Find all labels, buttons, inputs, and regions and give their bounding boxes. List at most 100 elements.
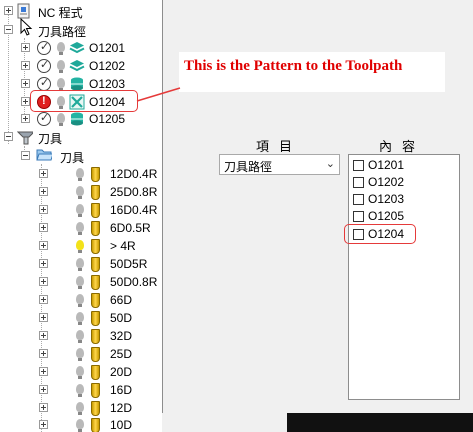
expand-icon[interactable]	[39, 420, 48, 429]
tree-item-label: 12D0.4R	[110, 167, 158, 181]
tree-item-tool[interactable]: 10D	[0, 416, 162, 432]
expand-icon[interactable]	[39, 403, 48, 412]
expand-icon[interactable]	[39, 187, 48, 196]
tree-item-label: 66D	[110, 293, 133, 307]
column-header-item: 項目	[256, 139, 303, 154]
lightbulb-on-icon[interactable]	[76, 240, 84, 253]
expand-icon[interactable]	[21, 43, 30, 52]
tree-item-tools-folder[interactable]: 刀具	[0, 147, 162, 165]
tree-item-tool[interactable]: 25D0.8R	[0, 183, 162, 201]
expand-icon[interactable]	[39, 313, 48, 322]
expand-icon[interactable]	[39, 349, 48, 358]
lightbulb-icon[interactable]	[76, 402, 84, 415]
expand-icon[interactable]	[39, 385, 48, 394]
highlight-box-list	[344, 224, 416, 244]
tree-item-label: 16D	[110, 383, 133, 397]
expand-icon[interactable]	[39, 331, 48, 340]
tree-item-label: O1205	[89, 112, 126, 126]
chevron-down-icon[interactable]: ⌄	[326, 157, 335, 170]
tree-item-label: 刀具	[38, 132, 63, 146]
lightbulb-icon[interactable]	[76, 348, 84, 361]
tree-item-tool-active[interactable]: > 4R	[0, 237, 162, 255]
expand-icon[interactable]	[21, 61, 30, 70]
checkbox[interactable]	[353, 194, 364, 205]
collapse-icon[interactable]	[4, 132, 13, 141]
tree-item-tool[interactable]: 12D	[0, 399, 162, 417]
expand-icon[interactable]	[4, 6, 13, 15]
annotation-pointer-line	[136, 87, 181, 102]
tree-item-toolpath[interactable]: O1205	[0, 110, 162, 128]
tree-item-label: 25D0.8R	[110, 185, 158, 199]
expand-icon[interactable]	[21, 79, 30, 88]
toolpath-checklist[interactable]: O1201 O1202 O1203 O1205 O1204	[348, 154, 460, 400]
end-mill-icon	[91, 418, 100, 432]
tree-item-label: 16D0.4R	[110, 203, 158, 217]
tree-item-tool[interactable]: 6D0.5R	[0, 219, 162, 237]
lightbulb-icon[interactable]	[76, 204, 84, 217]
checklist-item-label: O1203	[368, 192, 405, 206]
lightbulb-icon[interactable]	[76, 258, 84, 271]
lightbulb-icon[interactable]	[76, 186, 84, 199]
expand-icon[interactable]	[39, 277, 48, 286]
tree-item-toolpaths[interactable]: 刀具路徑	[0, 21, 162, 39]
tree-item-label: 25D	[110, 347, 133, 361]
tree-item-tool[interactable]: 16D0.4R	[0, 201, 162, 219]
tree-item-tool[interactable]: 66D	[0, 291, 162, 309]
annotation-note: This is the Pattern to the Toolpath	[179, 52, 445, 92]
checkbox[interactable]	[353, 177, 364, 188]
expand-icon[interactable]	[39, 295, 48, 304]
tree-item-tools[interactable]: 刀具	[0, 128, 162, 146]
tree-item-label: 50D	[110, 311, 133, 325]
tree-item-label: 10D	[110, 418, 133, 432]
lightbulb-icon[interactable]	[76, 384, 84, 397]
tree-item-tool[interactable]: 12D0.4R	[0, 165, 162, 183]
dropdown-value: 刀具路徑	[224, 160, 273, 174]
collapse-icon[interactable]	[21, 151, 30, 160]
collapse-icon[interactable]	[4, 25, 13, 34]
tree-item-tool[interactable]: 50D5R	[0, 255, 162, 273]
checkbox[interactable]	[353, 211, 364, 222]
tree-item-label: O1203	[89, 77, 126, 91]
tree-item-tool[interactable]: 50D0.8R	[0, 273, 162, 291]
tree-item-label: NC 程式	[38, 6, 83, 20]
lightbulb-icon[interactable]	[76, 330, 84, 343]
expand-icon[interactable]	[21, 97, 30, 106]
check-status-icon	[37, 58, 51, 73]
lightbulb-icon[interactable]	[76, 222, 84, 235]
lightbulb-icon[interactable]	[57, 113, 65, 126]
lightbulb-icon[interactable]	[76, 294, 84, 307]
annotation-text: This is the Pattern to the Toolpath	[184, 58, 403, 74]
tree-item-tool[interactable]: 32D	[0, 327, 162, 345]
checkbox[interactable]	[353, 160, 364, 171]
lightbulb-icon[interactable]	[76, 366, 84, 379]
expand-icon[interactable]	[39, 367, 48, 376]
lightbulb-icon[interactable]	[76, 168, 84, 181]
tree-item-tool[interactable]: 50D	[0, 309, 162, 327]
lightbulb-icon[interactable]	[76, 276, 84, 289]
end-mill-icon	[91, 221, 100, 236]
expand-icon[interactable]	[39, 241, 48, 250]
tree-item-tool[interactable]: 16D	[0, 381, 162, 399]
expand-icon[interactable]	[39, 259, 48, 268]
lightbulb-icon[interactable]	[76, 419, 84, 432]
tree-item-toolpath[interactable]: O1201	[0, 39, 162, 57]
lightbulb-icon[interactable]	[57, 78, 65, 91]
lightbulb-icon[interactable]	[57, 60, 65, 73]
end-mill-icon	[91, 203, 100, 218]
checklist-item-label: O1202	[368, 175, 405, 189]
expand-icon[interactable]	[39, 223, 48, 232]
item-type-dropdown[interactable]: 刀具路徑 ⌄	[219, 154, 340, 175]
tree-item-tool[interactable]: 25D	[0, 345, 162, 363]
tree-item-label: O1202	[89, 59, 126, 73]
layers-pattern-icon	[69, 60, 85, 72]
tree-item-tool[interactable]: 20D	[0, 363, 162, 381]
tree-item-toolpath[interactable]: O1202	[0, 57, 162, 75]
column-header-content: 內容	[379, 139, 426, 154]
end-mill-icon	[91, 185, 100, 200]
lightbulb-icon[interactable]	[57, 42, 65, 55]
expand-icon[interactable]	[39, 205, 48, 214]
check-status-icon	[37, 111, 51, 126]
lightbulb-icon[interactable]	[76, 312, 84, 325]
expand-icon[interactable]	[39, 169, 48, 178]
expand-icon[interactable]	[21, 114, 30, 123]
